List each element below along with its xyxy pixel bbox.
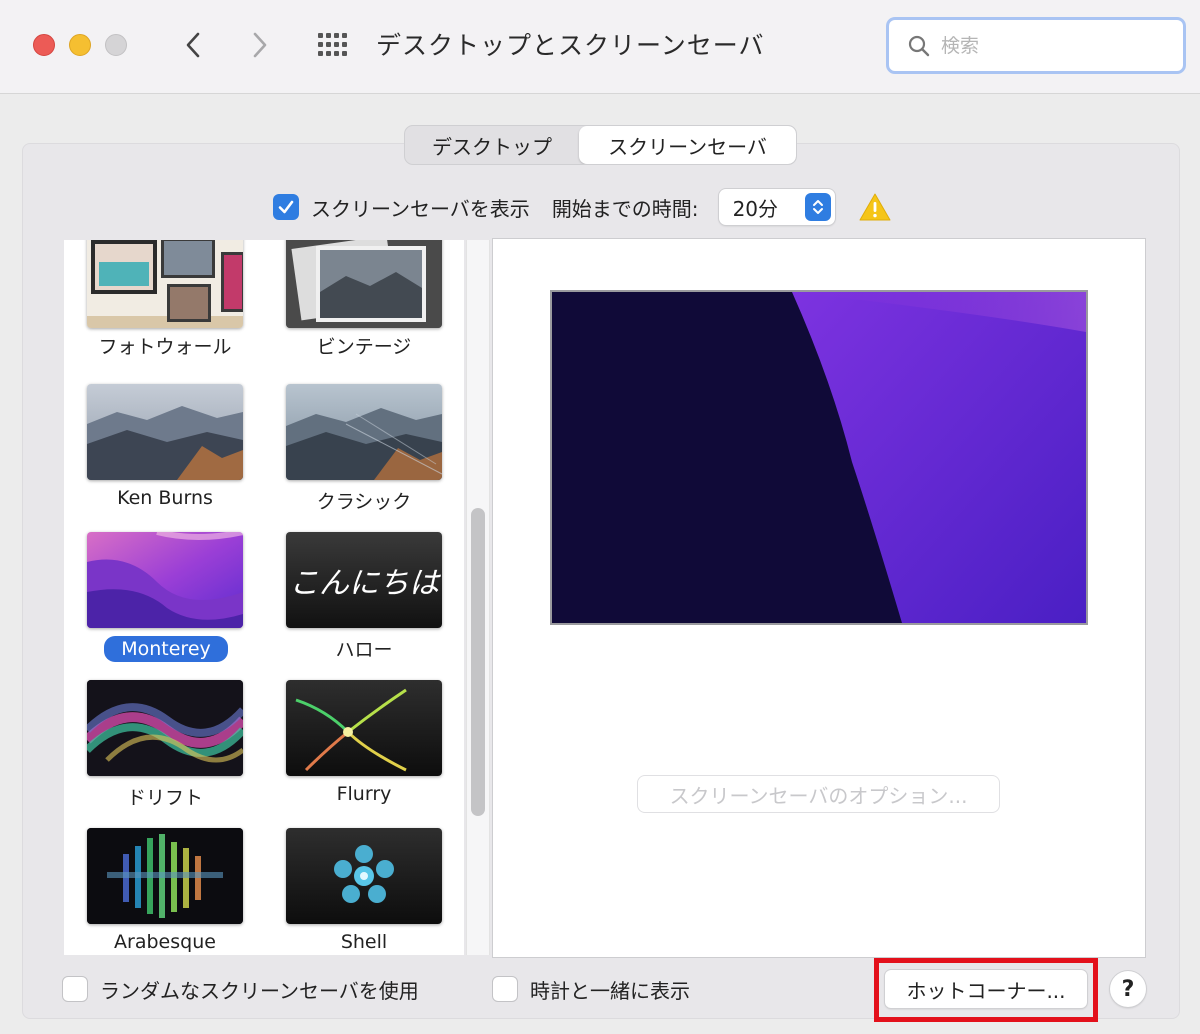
tab-bar: デスクトップ スクリーンセーバ <box>404 125 797 165</box>
flurry-thumbnail <box>286 680 442 776</box>
show-with-clock-checkbox[interactable] <box>492 976 518 1002</box>
hello-thumb-text: こんにちは <box>289 566 439 601</box>
screensaver-item-photowall[interactable]: フォトウォール <box>87 240 247 372</box>
forward-button[interactable] <box>242 26 278 64</box>
screensaver-item-flurry[interactable]: Flurry <box>286 680 446 820</box>
search-field[interactable] <box>886 17 1186 74</box>
zoom-window-button[interactable] <box>105 34 127 56</box>
hello-thumbnail: こんにちは <box>286 532 442 628</box>
chevron-right-icon <box>253 32 267 58</box>
grid-icon <box>318 33 347 56</box>
item-label: フォトウォール <box>98 336 232 358</box>
item-label: Ken Burns <box>117 487 213 509</box>
hot-corners-button[interactable]: ホットコーナー... <box>885 970 1087 1008</box>
item-label: クラシック <box>316 491 412 513</box>
arabesque-thumbnail <box>87 828 243 924</box>
show-screensaver-row: スクリーンセーバを表示 開始までの時間: 20分 <box>273 188 891 226</box>
minimize-window-button[interactable] <box>69 34 91 56</box>
item-label-selected: Monterey <box>104 636 228 662</box>
popup-arrows-icon <box>804 193 831 221</box>
photowall-thumbnail <box>87 240 243 328</box>
show-screensaver-label: スクリーンセーバを表示 <box>311 196 530 221</box>
show-with-clock-label: 時計と一緒に表示 <box>530 978 690 1003</box>
classic-thumbnail <box>286 384 442 480</box>
screensaver-item-monterey[interactable]: Monterey <box>87 532 247 672</box>
tab-screensaver[interactable]: スクリーンセーバ <box>579 126 796 164</box>
item-label: ドリフト <box>126 787 203 809</box>
random-screensaver-checkbox[interactable] <box>62 976 88 1002</box>
chevron-left-icon <box>186 32 200 58</box>
screensaver-item-arabesque[interactable]: Arabesque <box>87 828 247 955</box>
ken-burns-thumbnail <box>87 384 243 480</box>
close-window-button[interactable] <box>33 34 55 56</box>
show-all-button[interactable] <box>314 28 352 62</box>
random-screensaver-row: ランダムなスクリーンセーバを使用 <box>62 970 419 1008</box>
screensaver-options-button[interactable]: スクリーンセーバのオプション... <box>638 776 999 812</box>
item-label: Flurry <box>336 783 392 805</box>
monterey-thumbnail <box>87 532 243 628</box>
vintage-thumbnail <box>286 240 442 328</box>
help-button[interactable]: ? <box>1110 971 1146 1007</box>
start-after-popup[interactable]: 20分 <box>718 189 835 225</box>
random-screensaver-label: ランダムなスクリーンセーバを使用 <box>100 978 419 1003</box>
item-label: Shell <box>340 931 388 953</box>
show-screensaver-checkbox[interactable] <box>273 194 299 220</box>
shell-thumbnail <box>286 828 442 924</box>
item-label: Arabesque <box>114 931 216 953</box>
screensaver-item-vintage[interactable]: ビンテージ <box>286 240 446 372</box>
search-input[interactable] <box>941 34 1171 57</box>
screensaver-list[interactable]: フォトウォール ビンテージ Ken Burns クラシック Monterey こ… <box>64 240 464 955</box>
screensaver-item-drift[interactable]: ドリフト <box>87 680 247 820</box>
window-title: デスクトップとスクリーンセーバ <box>376 31 765 60</box>
screensaver-item-classic[interactable]: クラシック <box>286 384 446 524</box>
search-icon <box>908 35 930 56</box>
title-bar: デスクトップとスクリーンセーバ <box>0 0 1200 94</box>
show-with-clock-row: 時計と一緒に表示 <box>492 970 690 1008</box>
start-after-label: 開始までの時間: <box>551 196 699 221</box>
drift-thumbnail <box>87 680 243 776</box>
warning-triangle-icon[interactable] <box>859 192 891 222</box>
screensaver-preview <box>550 290 1088 625</box>
item-label: ハロー <box>335 639 393 661</box>
tab-desktop[interactable]: デスクトップ <box>405 126 579 164</box>
back-button[interactable] <box>175 26 211 64</box>
start-after-value: 20分 <box>732 196 779 221</box>
screensaver-item-ken-burns[interactable]: Ken Burns <box>87 384 247 524</box>
screensaver-item-shell[interactable]: Shell <box>286 828 446 955</box>
list-scrollbar-thumb[interactable] <box>471 508 485 816</box>
checkmark-icon <box>278 200 294 214</box>
item-label: ビンテージ <box>316 336 412 358</box>
screensaver-item-hello[interactable]: こんにちは ハロー <box>286 532 446 672</box>
